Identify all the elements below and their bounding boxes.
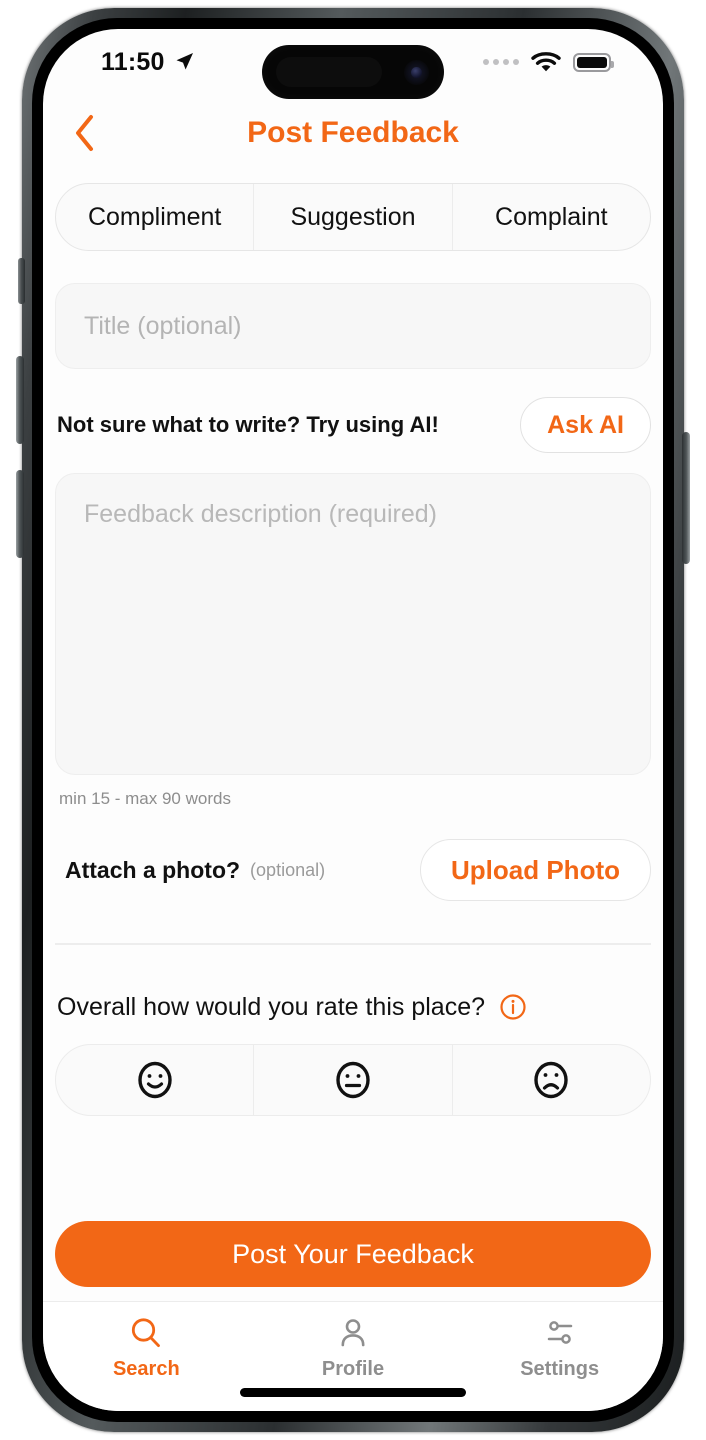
- section-divider: [55, 943, 651, 945]
- device-stage: 11:50 Post Feedback Compliment Suggestio…: [0, 0, 706, 1440]
- attach-photo-row: Attach a photo? (optional) Upload Photo: [55, 839, 651, 901]
- volume-up-button[interactable]: [16, 356, 24, 444]
- tab-search[interactable]: Search: [43, 1316, 250, 1381]
- cellular-dots-icon: [483, 59, 519, 65]
- chevron-left-icon: [76, 115, 93, 151]
- sliders-icon: [547, 1321, 572, 1344]
- upload-photo-button[interactable]: Upload Photo: [420, 839, 651, 901]
- silent-switch-button[interactable]: [18, 258, 25, 304]
- tab-settings[interactable]: Settings: [456, 1316, 663, 1381]
- dynamic-island: [262, 45, 444, 99]
- ai-prompt-text: Not sure what to write? Try using AI!: [57, 412, 439, 437]
- app-header: Post Feedback: [43, 95, 663, 171]
- word-limit-helper-text: min 15 - max 90 words: [59, 789, 231, 808]
- attach-photo-label: Attach a photo?: [65, 856, 241, 883]
- neutral-face-option[interactable]: [253, 1044, 451, 1115]
- rating-face-selector[interactable]: [55, 1043, 651, 1116]
- segment-compliment[interactable]: Compliment: [56, 184, 253, 250]
- ai-suggestion-row: Not sure what to write? Try using AI! As…: [55, 397, 651, 453]
- feedback-type-segmented-control[interactable]: Compliment Suggestion Complaint: [55, 183, 651, 251]
- power-button[interactable]: [682, 432, 690, 564]
- ask-ai-button[interactable]: Ask AI: [520, 397, 651, 453]
- front-camera-icon: [404, 60, 429, 85]
- title-input[interactable]: [55, 283, 651, 369]
- tab-profile[interactable]: Profile: [250, 1316, 457, 1381]
- search-icon: [132, 1318, 161, 1347]
- home-indicator[interactable]: [240, 1388, 466, 1397]
- rating-question-label: Overall how would you rate this place?: [57, 992, 486, 1021]
- segment-complaint[interactable]: Complaint: [451, 184, 650, 250]
- rating-question-row: Overall how would you rate this place?: [55, 993, 651, 1022]
- form-content: Compliment Suggestion Complaint Not sure…: [43, 183, 663, 1116]
- tab-settings-label: Settings: [520, 1358, 600, 1380]
- person-icon: [341, 1319, 365, 1347]
- status-bar: 11:50: [43, 29, 663, 99]
- battery-full-icon: [573, 52, 614, 72]
- status-time-group: 11:50: [101, 48, 195, 77]
- sad-face-option[interactable]: [451, 1044, 650, 1115]
- attach-photo-optional-note: (optional): [250, 859, 326, 880]
- info-circle-icon[interactable]: [499, 993, 527, 1021]
- location-arrow-icon: [176, 53, 193, 70]
- happy-face-icon: [137, 1061, 172, 1098]
- tab-profile-label: Profile: [321, 1358, 385, 1380]
- post-feedback-button[interactable]: Post Your Feedback: [55, 1221, 651, 1287]
- island-pill: [276, 57, 382, 87]
- status-time-text: 11:50: [101, 47, 165, 76]
- volume-down-button[interactable]: [16, 470, 24, 558]
- phone-screen: 11:50 Post Feedback Compliment Suggestio…: [43, 29, 663, 1411]
- back-button[interactable]: [65, 113, 105, 153]
- segment-suggestion[interactable]: Suggestion: [253, 184, 451, 250]
- feedback-description-textarea[interactable]: [55, 473, 651, 775]
- wifi-icon: [531, 52, 561, 72]
- sad-face-icon: [534, 1061, 569, 1098]
- status-icons: [483, 51, 614, 73]
- page-title: Post Feedback: [247, 116, 459, 149]
- neutral-face-icon: [336, 1061, 370, 1098]
- happy-face-option[interactable]: [56, 1045, 253, 1115]
- tab-search-label: Search: [112, 1358, 180, 1380]
